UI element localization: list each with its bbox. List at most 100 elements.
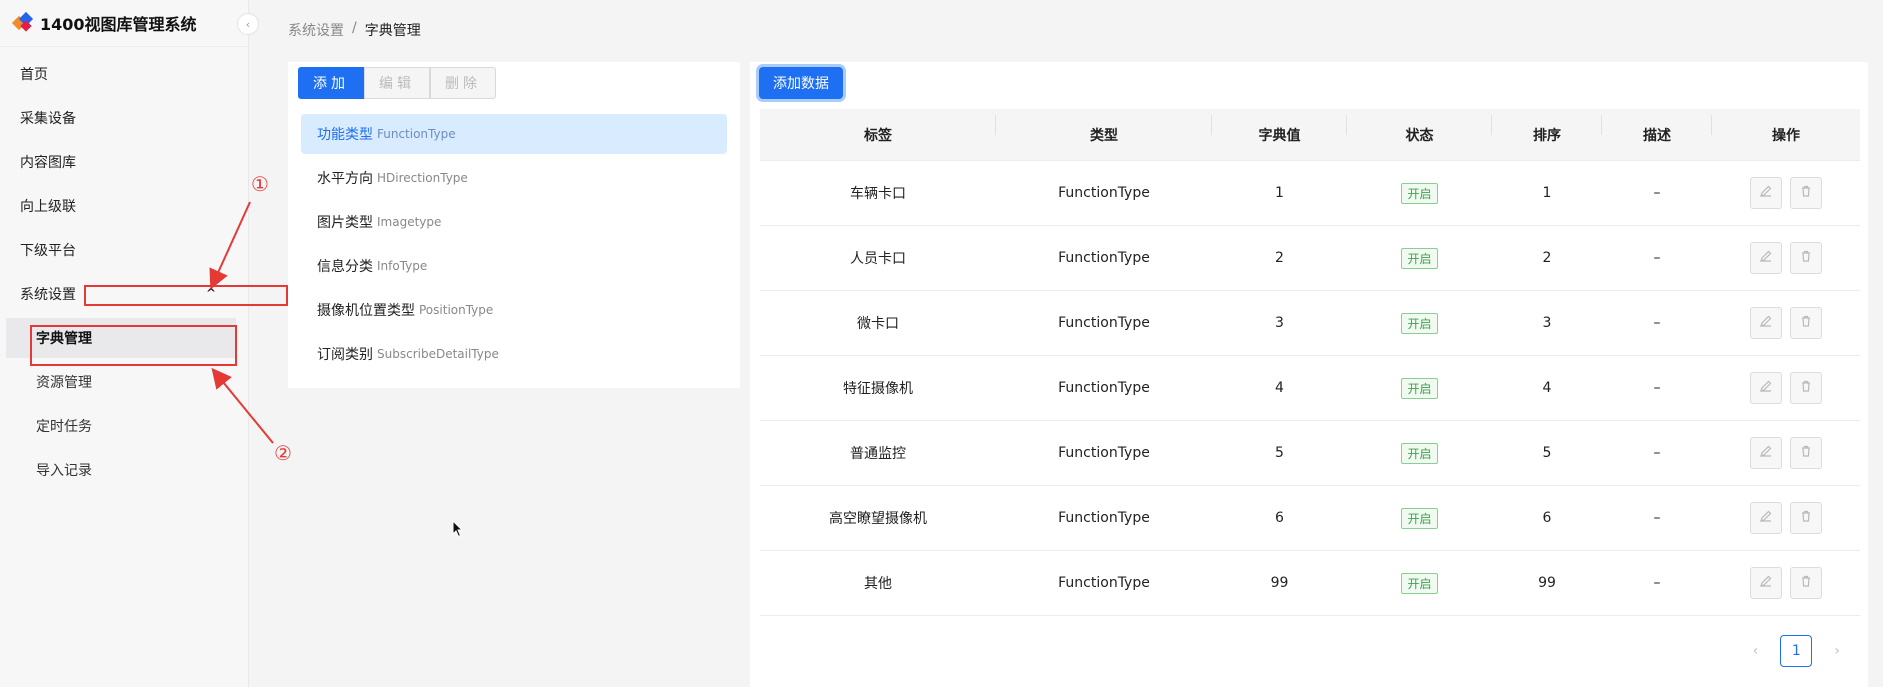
delete-row-button[interactable]	[1790, 242, 1822, 274]
cell-actions	[1712, 437, 1860, 469]
status-badge: 开启	[1401, 182, 1438, 204]
trash-icon	[1799, 574, 1813, 592]
edit-row-button[interactable]	[1750, 567, 1782, 599]
cell-status: 开启	[1347, 442, 1492, 464]
delete-row-button[interactable]	[1790, 177, 1822, 209]
cell-description: –	[1653, 185, 1661, 201]
prev-page-icon[interactable]: ‹	[1753, 643, 1759, 659]
cell-type: FunctionType	[1058, 250, 1150, 266]
delete-row-button[interactable]	[1790, 307, 1822, 339]
add-button[interactable]: 添加	[298, 67, 364, 99]
table-row: 人员卡口 FunctionType 2 开启 2 –	[760, 226, 1860, 291]
dictionary-toolbar: 添加 编辑 删除	[298, 67, 496, 99]
annotation-arrow-2	[211, 367, 274, 444]
cell-label: 特征摄像机	[843, 381, 913, 397]
dictionary-data-panel: 添加数据 标签 类型 字典值 状态 排序 描述 操作 车辆卡口 FunctionT…	[750, 62, 1868, 687]
cell-value: 2	[1275, 250, 1284, 266]
delete-row-button[interactable]	[1790, 437, 1822, 469]
cell-order: 99	[1538, 575, 1556, 591]
cell-description: –	[1653, 510, 1661, 526]
trash-icon	[1799, 314, 1813, 332]
cell-order: 5	[1542, 445, 1552, 461]
cell-actions	[1712, 177, 1860, 209]
table-row: 普通监控 FunctionType 5 开启 5 –	[760, 421, 1860, 486]
status-badge: 开启	[1401, 312, 1438, 334]
delete-row-button[interactable]	[1790, 567, 1822, 599]
column-header-order: 排序	[1492, 114, 1602, 145]
table-header: 标签 类型 字典值 状态 排序 描述 操作	[760, 109, 1860, 161]
cell-order: 2	[1542, 250, 1552, 266]
cell-description: –	[1653, 380, 1661, 396]
column-header-description: 描述	[1602, 114, 1712, 145]
cell-type: FunctionType	[1058, 510, 1150, 526]
cell-order: 6	[1542, 510, 1552, 526]
list-item[interactable]: 功能类型 FunctionType	[301, 114, 727, 154]
column-header-actions: 操作	[1772, 127, 1800, 144]
dictionary-type-list: 功能类型 FunctionType 水平方向 HDirectionType 图片类型…	[301, 114, 727, 378]
cell-value: 4	[1275, 380, 1284, 396]
cell-actions	[1712, 502, 1860, 534]
cell-actions	[1712, 307, 1860, 339]
cell-description: –	[1653, 575, 1661, 591]
list-item[interactable]: 信息分类 InfoType	[301, 246, 727, 286]
pencil-icon	[1759, 184, 1773, 202]
cell-order: 3	[1542, 315, 1552, 331]
edit-row-button[interactable]	[1750, 502, 1782, 534]
cell-status: 开启	[1347, 247, 1492, 269]
table-row: 微卡口 FunctionType 3 开启 3 –	[760, 291, 1860, 356]
list-item[interactable]: 摄像机位置类型 PositionType	[301, 290, 727, 330]
cell-value: 1	[1275, 185, 1284, 201]
table-row: 特征摄像机 FunctionType 4 开启 4 –	[760, 356, 1860, 421]
cell-type: FunctionType	[1058, 575, 1150, 591]
add-data-button[interactable]: 添加数据	[759, 67, 843, 99]
list-item[interactable]: 水平方向 HDirectionType	[301, 158, 727, 198]
cell-value: 3	[1275, 315, 1284, 331]
cell-status: 开启	[1347, 312, 1492, 334]
delete-button[interactable]: 删除	[430, 67, 496, 99]
pagination: ‹ 1 ›	[1753, 635, 1840, 667]
cell-actions	[1712, 567, 1860, 599]
edit-button[interactable]: 编辑	[364, 67, 430, 99]
edit-row-button[interactable]	[1750, 437, 1782, 469]
cell-value: 6	[1275, 510, 1284, 526]
cell-label: 车辆卡口	[850, 186, 906, 202]
cell-status: 开启	[1347, 377, 1492, 399]
cell-type: FunctionType	[1058, 445, 1150, 461]
cell-type: FunctionType	[1058, 315, 1150, 331]
list-item[interactable]: 图片类型 Imagetype	[301, 202, 727, 242]
trash-icon	[1799, 444, 1813, 462]
dictionary-data-table: 标签 类型 字典值 状态 排序 描述 操作 车辆卡口 FunctionType 1 开…	[760, 109, 1860, 616]
delete-row-button[interactable]	[1790, 502, 1822, 534]
next-page-icon[interactable]: ›	[1834, 643, 1840, 659]
trash-icon	[1799, 184, 1813, 202]
page-number-current[interactable]: 1	[1780, 635, 1813, 667]
pencil-icon	[1759, 444, 1773, 462]
trash-icon	[1799, 249, 1813, 267]
edit-row-button[interactable]	[1750, 372, 1782, 404]
cell-description: –	[1653, 250, 1661, 266]
cell-order: 1	[1542, 185, 1552, 201]
table-row: 其他 FunctionType 99 开启 99 –	[760, 551, 1860, 616]
list-item[interactable]: 订阅类别 SubscribeDetailType	[301, 334, 727, 374]
cell-description: –	[1653, 445, 1661, 461]
status-badge: 开启	[1401, 247, 1438, 269]
column-header-type: 类型	[996, 114, 1212, 145]
dictionary-type-panel: 添加 编辑 删除 功能类型 FunctionType 水平方向 HDirection…	[288, 62, 740, 388]
breadcrumb-parent[interactable]: 系统设置	[288, 20, 344, 40]
edit-row-button[interactable]	[1750, 242, 1782, 274]
cell-actions	[1712, 242, 1860, 274]
column-header-label: 标签	[760, 114, 996, 145]
delete-row-button[interactable]	[1790, 372, 1822, 404]
cell-status: 开启	[1347, 182, 1492, 204]
cell-description: –	[1653, 315, 1661, 331]
edit-row-button[interactable]	[1750, 177, 1782, 209]
status-badge: 开启	[1401, 507, 1438, 529]
cell-actions	[1712, 372, 1860, 404]
row-actions	[1712, 567, 1860, 599]
edit-row-button[interactable]	[1750, 307, 1782, 339]
mouse-cursor-icon	[452, 520, 464, 538]
breadcrumb: 系统设置 / 字典管理	[288, 20, 421, 40]
row-actions	[1712, 307, 1860, 339]
table-body: 车辆卡口 FunctionType 1 开启 1 – 人员卡口 FunctionType 2 开启…	[760, 161, 1860, 616]
cell-status: 开启	[1347, 572, 1492, 594]
